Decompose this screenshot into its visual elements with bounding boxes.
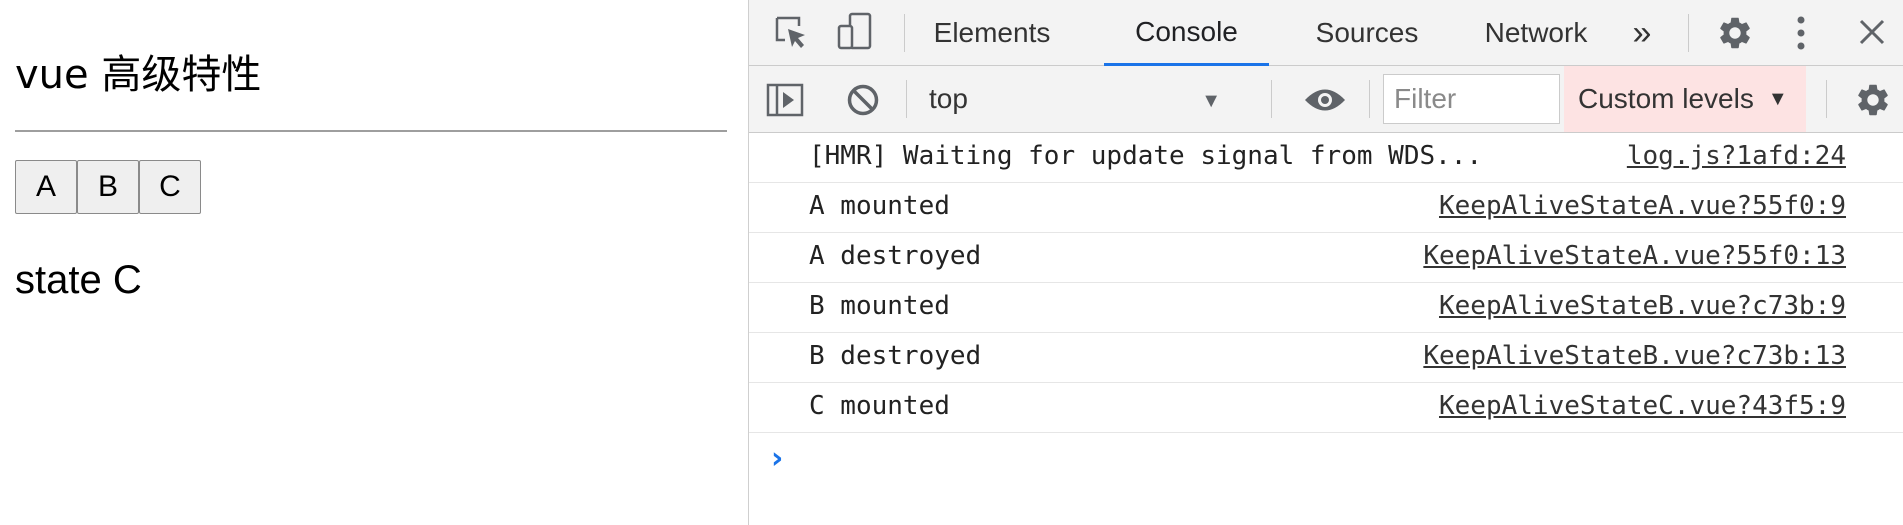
devtools-tab-bar: Elements Console Sources Network » [749, 0, 1903, 66]
console-source-link[interactable]: KeepAliveStateA.vue?55f0:9 [1439, 191, 1846, 221]
console-message-row: C mounted KeepAliveStateC.vue?43f5:9 [749, 383, 1903, 433]
close-icon-svg [1859, 19, 1885, 45]
device-toolbar-icon[interactable] [835, 12, 875, 52]
close-icon[interactable] [1854, 14, 1890, 50]
console-message-row: [HMR] Waiting for update signal from WDS… [749, 133, 1903, 183]
inspect-element-icon[interactable] [771, 12, 811, 52]
dropdown-arrow-icon: ▼ [1767, 87, 1788, 110]
state-button-group: A B C [15, 160, 201, 214]
separator [1688, 14, 1689, 52]
separator [1271, 80, 1272, 118]
clear-console-icon-svg [847, 84, 879, 116]
context-value: top [929, 83, 968, 114]
context-select[interactable]: top ▼ [929, 66, 1239, 132]
console-message-row: B mounted KeepAliveStateB.vue?c73b:9 [749, 283, 1903, 333]
console-source-link[interactable]: KeepAliveStateB.vue?c73b:13 [1423, 341, 1846, 371]
console-output: [HMR] Waiting for update signal from WDS… [749, 133, 1903, 483]
tab-console[interactable]: Console [1104, 0, 1269, 66]
eye-icon[interactable] [1302, 80, 1348, 120]
prompt-chevron-icon: › [771, 441, 784, 476]
console-source-link[interactable]: KeepAliveStateA.vue?55f0:13 [1423, 241, 1846, 271]
separator [906, 80, 907, 118]
console-message-text: A destroyed [809, 241, 982, 271]
devtools-panel: Elements Console Sources Network » top ▼… [748, 0, 1903, 525]
console-source-link[interactable]: KeepAliveStateC.vue?43f5:9 [1439, 391, 1846, 421]
log-levels-label: Custom levels [1578, 83, 1754, 114]
device-toolbar-icon-svg [837, 12, 872, 50]
dropdown-arrow-icon: ▼ [1201, 90, 1221, 112]
page-content: vue 高级特性 A B C state C [0, 0, 748, 525]
console-message-text: B mounted [809, 291, 950, 321]
console-source-link[interactable]: log.js?1afd:24 [1627, 141, 1846, 171]
console-message-text: A mounted [809, 191, 950, 221]
console-prompt[interactable]: › [749, 433, 1903, 483]
button-b[interactable]: B [77, 160, 139, 214]
gear-icon-svg [1720, 17, 1750, 49]
log-levels-dropdown[interactable]: Custom levels ▼ [1564, 66, 1806, 132]
button-a[interactable]: A [15, 160, 77, 214]
more-options-icon-svg [1797, 16, 1805, 50]
console-settings-gear-icon-svg [1858, 84, 1888, 116]
page-title: vue 高级特性 [15, 52, 262, 98]
separator [1369, 80, 1370, 118]
tab-sources[interactable]: Sources [1292, 0, 1442, 66]
separator [1826, 80, 1827, 118]
tab-network[interactable]: Network [1461, 0, 1611, 66]
console-message-row: A mounted KeepAliveStateA.vue?55f0:9 [749, 183, 1903, 233]
button-c[interactable]: C [139, 160, 201, 214]
tab-elements[interactable]: Elements [917, 0, 1067, 66]
separator [904, 14, 905, 52]
divider [15, 130, 727, 132]
eye-icon-svg [1305, 89, 1345, 111]
state-text: state C [15, 258, 142, 302]
filter-input[interactable] [1383, 74, 1560, 124]
console-message-text: [HMR] Waiting for update signal from WDS… [809, 141, 1483, 171]
more-tabs-icon[interactable]: » [1617, 0, 1667, 66]
console-source-link[interactable]: KeepAliveStateB.vue?c73b:9 [1439, 291, 1846, 321]
show-sidebar-icon-svg [766, 83, 804, 117]
show-sidebar-icon[interactable] [765, 80, 805, 120]
inspect-element-icon-svg [775, 16, 805, 48]
console-toolbar: top ▼ Custom levels ▼ [749, 66, 1903, 133]
console-message-row: B destroyed KeepAliveStateB.vue?c73b:13 [749, 333, 1903, 383]
console-message-text: B destroyed [809, 341, 982, 371]
more-options-icon[interactable] [1786, 12, 1816, 54]
console-settings-gear-icon[interactable] [1852, 80, 1894, 120]
clear-console-icon[interactable] [843, 80, 883, 120]
console-message-row: A destroyed KeepAliveStateA.vue?55f0:13 [749, 233, 1903, 283]
console-message-text: C mounted [809, 391, 950, 421]
gear-icon[interactable] [1714, 12, 1756, 54]
